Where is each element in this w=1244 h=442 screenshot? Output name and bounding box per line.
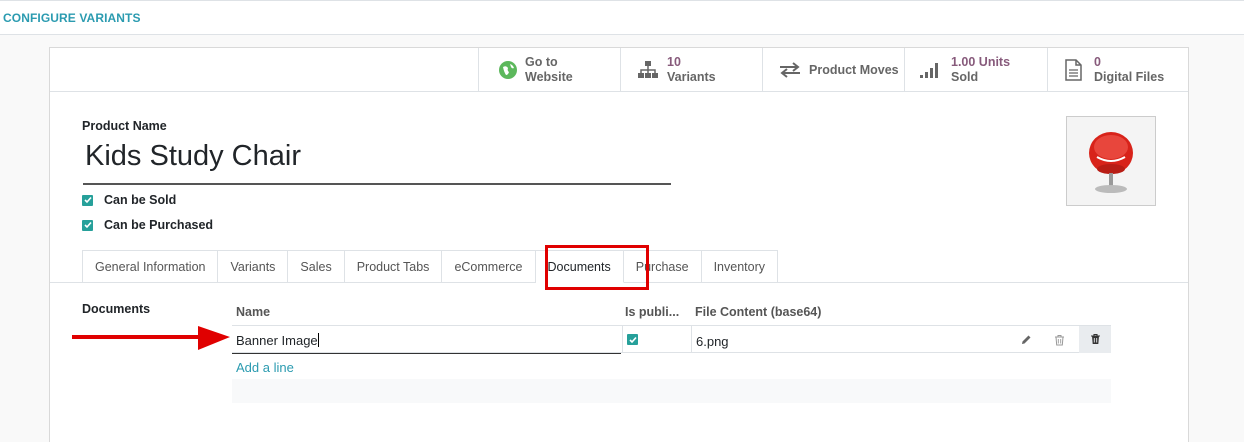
column-name[interactable]: Name [236, 305, 270, 319]
digital-files-count: 0 [1094, 55, 1101, 69]
file-content-value: 6.png [696, 334, 729, 349]
tab-general-information[interactable]: General Information [82, 250, 219, 283]
variants-count: 10 [667, 55, 681, 69]
tab-ecommerce[interactable]: eCommerce [442, 250, 536, 283]
can-be-purchased-checkbox[interactable] [82, 219, 93, 231]
units-sold-label: Sold [951, 70, 979, 84]
documents-tab-highlight [545, 245, 649, 290]
add-a-line-link[interactable]: Add a line [236, 360, 294, 375]
product-name-label: Product Name [82, 119, 167, 133]
tab-variants[interactable]: Variants [218, 250, 289, 283]
units-sold-count: 1.00 Units [951, 55, 1011, 69]
edit-pencil-icon[interactable] [1018, 332, 1034, 348]
sitemap-icon [633, 60, 663, 80]
is-public-checkbox[interactable] [627, 334, 638, 345]
product-name-input[interactable]: Kids Study Chair [83, 140, 671, 185]
column-separator [691, 326, 692, 353]
document-name-value: Banner Image [236, 333, 318, 348]
documents-section-label: Documents [82, 302, 151, 316]
column-file-content[interactable]: File Content (base64) [695, 305, 821, 319]
can-be-sold-checkbox[interactable] [82, 194, 93, 206]
pointer-arrow [72, 325, 232, 356]
tab-product-tabs[interactable]: Product Tabs [344, 250, 443, 283]
globe-icon [493, 60, 523, 80]
delete-row-trash-icon[interactable] [1087, 331, 1103, 347]
text-cursor [317, 333, 319, 347]
units-sold-button[interactable]: 1.00 Units Sold [904, 48, 1047, 92]
tab-inventory[interactable]: Inventory [701, 250, 778, 283]
table-footer [232, 379, 1111, 403]
clear-file-trash-icon[interactable] [1051, 332, 1067, 348]
product-moves-button[interactable]: Product Moves [762, 48, 904, 92]
exchange-arrows-icon [775, 62, 805, 78]
digital-files-button[interactable]: 0 Digital Files [1047, 48, 1188, 92]
can-be-purchased-label: Can be Purchased [104, 218, 214, 232]
go-to-website-button[interactable]: Go to Website [478, 48, 620, 92]
variants-label: Variants [667, 70, 716, 84]
product-moves-label: Product Moves [809, 62, 899, 77]
digital-files-label: Digital Files [1094, 70, 1165, 84]
smart-button-box: Go to Website 10 Variants Product Moves [50, 48, 1188, 92]
breadcrumb[interactable]: CONFIGURE VARIANTS [3, 11, 141, 25]
tab-sales[interactable]: Sales [288, 250, 345, 283]
website-line1: Go to [525, 55, 558, 69]
can-be-sold-label: Can be Sold [104, 193, 177, 207]
control-panel: CONFIGURE VARIANTS [0, 0, 1244, 35]
variants-button[interactable]: 10 Variants [620, 48, 762, 92]
column-is-public[interactable]: Is publi... [625, 305, 679, 319]
can-be-purchased-row: Can be Purchased [82, 217, 213, 233]
file-icon [1058, 59, 1088, 81]
notebook-tabs: General Information Variants Sales Produ… [82, 250, 778, 283]
form-sheet: Go to Website 10 Variants Product Moves [49, 47, 1189, 442]
can-be-sold-row: Can be Sold [82, 192, 176, 208]
document-name-input[interactable]: Banner Image [232, 328, 621, 354]
column-separator [622, 326, 623, 353]
signal-bars-icon [915, 61, 945, 79]
website-line2: Website [525, 70, 573, 84]
product-image[interactable] [1066, 116, 1156, 206]
